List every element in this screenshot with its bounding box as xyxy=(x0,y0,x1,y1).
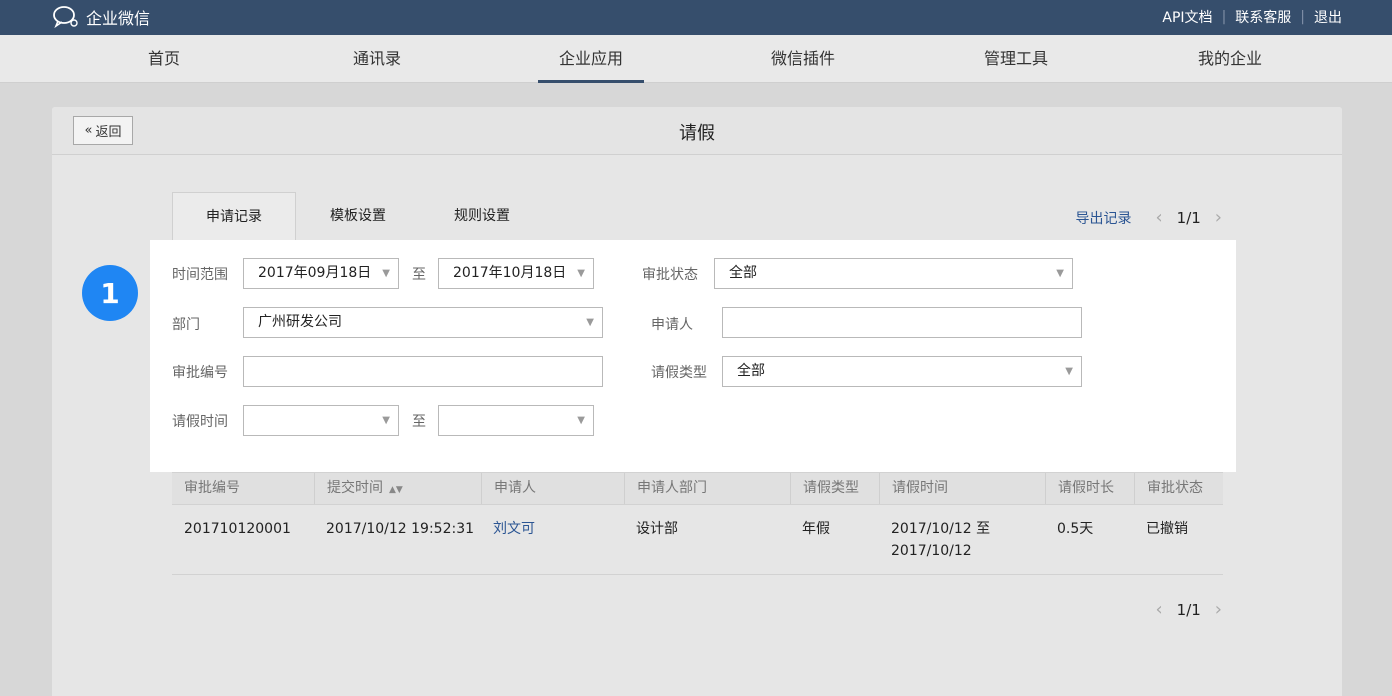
cell-applicant-link[interactable]: 刘文可 xyxy=(481,518,535,540)
caret-down-icon: ▼ xyxy=(577,268,585,279)
next-page-icon[interactable]: › xyxy=(1215,207,1222,228)
time-from-value: 2017年09月18日 xyxy=(258,265,372,281)
applicant-input[interactable] xyxy=(722,307,1082,338)
col-submit-time[interactable]: 提交时间 ▲▼ xyxy=(314,473,481,504)
tab-rule-settings[interactable]: 规则设置 xyxy=(420,192,544,240)
main-nav: 首页 通讯录 企业应用 微信插件 管理工具 我的企业 xyxy=(0,35,1392,83)
approval-no-input[interactable] xyxy=(243,356,603,387)
dept-value: 广州研发公司 xyxy=(258,314,342,330)
status-select[interactable]: 全部 ▼ xyxy=(714,258,1073,289)
page-indicator: 1/1 xyxy=(1176,600,1201,619)
table-header: 审批编号 提交时间 ▲▼ 申请人 申请人部门 请假类型 请假时间 请假时长 审批状… xyxy=(172,472,1223,505)
cell-leave-time-line1: 2017/10/12 至 xyxy=(891,521,991,537)
page-title: 请假 xyxy=(679,123,715,144)
top-links: API文档 | 联系客服 | 退出 xyxy=(1162,7,1342,27)
time-to-value: 2017年10月18日 xyxy=(453,265,567,281)
nav-item-admin-tools[interactable]: 管理工具 xyxy=(978,35,1054,83)
leave-type-value: 全部 xyxy=(737,363,765,379)
pager-top: 导出记录 ‹ 1/1 › xyxy=(1075,207,1222,228)
next-page-icon[interactable]: › xyxy=(1215,599,1222,620)
cell-leave-time: 2017/10/12 至 2017/10/12 xyxy=(879,518,990,562)
top-bar: 企业微信 API文档 | 联系客服 | 退出 xyxy=(0,0,1392,35)
col-applicant: 申请人 xyxy=(481,473,624,504)
dept-label: 部门 xyxy=(172,317,200,333)
leave-type-select[interactable]: 全部 ▼ xyxy=(722,356,1082,387)
caret-down-icon: ▼ xyxy=(382,415,390,426)
time-to-select[interactable]: 2017年10月18日 ▼ xyxy=(438,258,594,289)
nav-item-apps[interactable]: 企业应用 xyxy=(538,35,644,83)
col-leave-time: 请假时间 xyxy=(879,473,1045,504)
caret-down-icon: ▼ xyxy=(577,415,585,426)
nav-item-home[interactable]: 首页 xyxy=(135,35,193,83)
prev-page-icon[interactable]: ‹ xyxy=(1155,599,1162,620)
cell-dept: 设计部 xyxy=(636,521,678,537)
leave-time-from-select[interactable]: ▼ xyxy=(243,405,399,436)
tab-bar: 申请记录 模板设置 规则设置 xyxy=(172,192,544,240)
step-badge: 1 xyxy=(82,265,138,321)
caret-down-icon: ▼ xyxy=(1056,268,1064,279)
brand-name: 企业微信 xyxy=(86,9,151,28)
contact-support-link[interactable]: 联系客服 xyxy=(1235,7,1291,27)
status-value: 全部 xyxy=(729,265,757,281)
leave-type-label: 请假类型 xyxy=(651,365,707,381)
cell-leave-time-line2: 2017/10/12 xyxy=(891,543,972,559)
col-duration: 请假时长 xyxy=(1045,473,1134,504)
col-submit-time-label: 提交时间 xyxy=(327,480,383,496)
col-approval-no: 审批编号 xyxy=(184,480,240,496)
logout-link[interactable]: 退出 xyxy=(1314,7,1342,27)
caret-down-icon: ▼ xyxy=(586,317,594,328)
divider: | xyxy=(1221,9,1227,25)
leave-time-label: 请假时间 xyxy=(172,414,228,430)
cell-submit-time: 2017/10/12 19:52:31 xyxy=(326,521,475,537)
sort-icon[interactable]: ▲▼ xyxy=(389,485,403,495)
table-row[interactable]: 201710120001 2017/10/12 19:52:31 刘文可 设计部… xyxy=(172,505,1223,575)
divider: | xyxy=(1300,9,1305,25)
tab-template-settings[interactable]: 模板设置 xyxy=(296,192,420,240)
nav-item-wechat-plugins[interactable]: 微信插件 xyxy=(765,35,841,83)
tab-records[interactable]: 申请记录 xyxy=(172,192,296,240)
filter-form: 时间范围 2017年09月18日 ▼ 至 2017年10月18日 ▼ 审批状态 … xyxy=(150,240,1236,472)
leave-time-to-select[interactable]: ▼ xyxy=(438,405,594,436)
prev-page-icon[interactable]: ‹ xyxy=(1155,207,1162,228)
api-docs-link[interactable]: API文档 xyxy=(1162,7,1212,27)
status-label: 审批状态 xyxy=(642,267,698,283)
applicant-label: 申请人 xyxy=(651,317,693,333)
leave-app-panel: « 返回 请假 申请记录 模板设置 规则设置 导出记录 ‹ 1/1 › 时间范围… xyxy=(52,107,1342,696)
col-status: 审批状态 xyxy=(1134,473,1223,504)
nav-item-contacts[interactable]: 通讯录 xyxy=(345,35,409,83)
dept-select[interactable]: 广州研发公司 ▼ xyxy=(243,307,603,338)
pager-bottom: ‹ 1/1 › xyxy=(1155,599,1222,620)
caret-down-icon: ▼ xyxy=(382,268,390,279)
to-label: 至 xyxy=(412,414,426,430)
col-applicant-dept: 申请人部门 xyxy=(624,473,790,504)
page-indicator: 1/1 xyxy=(1176,208,1201,227)
panel-header: « 返回 请假 xyxy=(52,107,1342,155)
time-from-select[interactable]: 2017年09月18日 ▼ xyxy=(243,258,399,289)
export-records-link[interactable]: 导出记录 xyxy=(1075,208,1131,228)
wecom-logo-icon xyxy=(52,5,80,29)
brand[interactable]: 企业微信 xyxy=(52,5,150,29)
cell-status: 已撤销 xyxy=(1146,521,1188,537)
approval-no-label: 审批编号 xyxy=(172,365,228,381)
to-label: 至 xyxy=(412,267,426,283)
col-leave-type: 请假类型 xyxy=(790,473,879,504)
cell-duration: 0.5天 xyxy=(1057,521,1094,537)
nav-item-my-company[interactable]: 我的企业 xyxy=(1192,35,1268,83)
caret-down-icon: ▼ xyxy=(1065,366,1073,377)
time-range-label: 时间范围 xyxy=(172,267,228,283)
cell-leave-type: 年假 xyxy=(802,521,830,537)
cell-approval-no: 201710120001 xyxy=(184,521,291,537)
